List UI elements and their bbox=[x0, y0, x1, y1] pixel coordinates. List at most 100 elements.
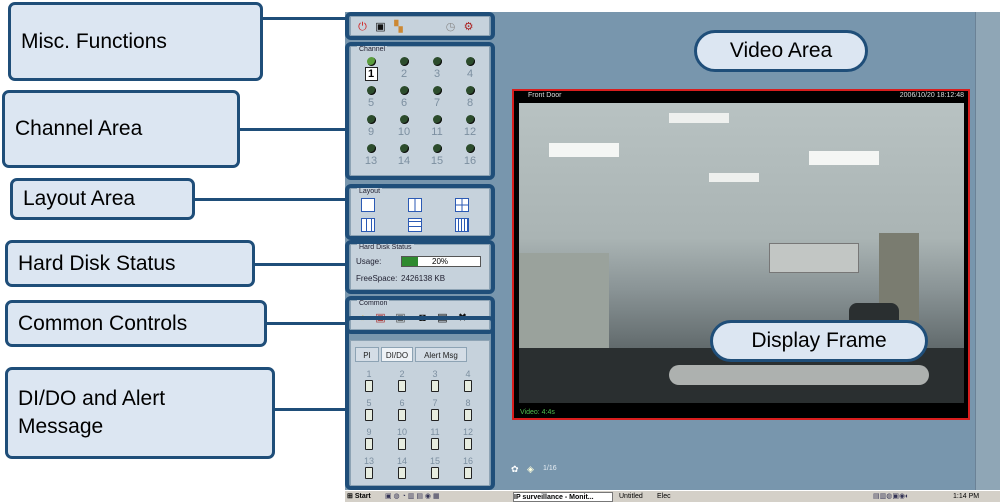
settings-icon[interactable]: ⚙ bbox=[461, 20, 476, 34]
channel-number: 3 bbox=[433, 68, 441, 80]
snapshot-icon[interactable]: ◙ bbox=[415, 311, 430, 325]
callout-video-text: Video Area bbox=[729, 39, 833, 62]
taskbar-item-app[interactable]: IP surveillance - Monit... bbox=[513, 492, 613, 502]
channel-button[interactable]: 9 bbox=[356, 115, 386, 145]
callout-channel-area: Channel Area bbox=[2, 90, 240, 168]
callout-layout-text: Layout Area bbox=[23, 187, 136, 210]
dido-tab[interactable]: Alert Msg bbox=[415, 347, 467, 362]
camera-timestamp: 2006/10/20 18:12:48 bbox=[899, 92, 964, 99]
callout-video-area: Video Area bbox=[694, 30, 868, 72]
dido-item[interactable]: 3 bbox=[425, 369, 445, 392]
misc-functions-bar: ⏻ ▣ ▚ ◷ ⚙ bbox=[350, 16, 490, 36]
channel-button[interactable]: 2 bbox=[389, 57, 419, 87]
channel-status-light bbox=[366, 144, 376, 153]
channel-number: 15 bbox=[430, 155, 444, 167]
clock-icon[interactable]: ◷ bbox=[443, 20, 458, 34]
stop-record-icon[interactable]: ▣ bbox=[373, 311, 388, 325]
dido-switch-icon bbox=[464, 467, 472, 479]
dido-tab[interactable]: PI bbox=[355, 347, 379, 362]
channel-button[interactable]: 3 bbox=[422, 57, 452, 87]
dido-number: 12 bbox=[462, 427, 473, 437]
hdd-status-group: Hard Disk Status Usage: 20% FreeSpace: 2… bbox=[350, 244, 490, 290]
dido-switch-icon bbox=[431, 467, 439, 479]
channel-button[interactable]: 1 bbox=[356, 57, 386, 87]
camera-select-icon[interactable]: ◈ bbox=[527, 464, 534, 475]
dido-switch-icon bbox=[464, 438, 472, 450]
channel-group: Channel 1 2 3 4 5 6 7 8 9 10 11 12 13 14 15 16 bbox=[350, 46, 490, 176]
display-frame[interactable]: Front Door 2006/10/20 18:12:48 Video: 4:… bbox=[512, 89, 970, 420]
channel-number: 16 bbox=[463, 155, 477, 167]
channel-button[interactable]: 12 bbox=[455, 115, 485, 145]
channel-button[interactable]: 4 bbox=[455, 57, 485, 87]
playback-icon[interactable]: ✿ bbox=[511, 464, 519, 475]
channel-button[interactable]: 13 bbox=[356, 144, 386, 174]
leader-common bbox=[267, 322, 345, 325]
dido-item[interactable]: 12 bbox=[458, 427, 478, 450]
delete-icon[interactable]: ✖ bbox=[455, 311, 470, 325]
channel-status-light bbox=[465, 86, 475, 95]
dido-item[interactable]: 15 bbox=[425, 456, 445, 479]
channel-button[interactable]: 10 bbox=[389, 115, 419, 145]
dido-item[interactable]: 1 bbox=[359, 369, 379, 392]
leader-dido bbox=[275, 408, 345, 411]
channel-button[interactable]: 15 bbox=[422, 144, 452, 174]
dido-item[interactable]: 7 bbox=[425, 398, 445, 421]
dido-number: 5 bbox=[366, 398, 372, 408]
dido-item[interactable]: 10 bbox=[392, 427, 412, 450]
dido-item[interactable]: 2 bbox=[392, 369, 412, 392]
dido-item[interactable]: 14 bbox=[392, 456, 412, 479]
channel-status-light bbox=[432, 57, 442, 66]
system-tray-icons: ▤▥◍▣◉◐ bbox=[873, 493, 910, 500]
monitor-icon[interactable]: ▣ bbox=[373, 20, 388, 34]
callout-misc-text: Misc. Functions bbox=[21, 29, 167, 53]
record-icon[interactable]: ▣ bbox=[393, 311, 408, 325]
channel-button[interactable]: 5 bbox=[356, 86, 386, 116]
dido-item[interactable]: 9 bbox=[359, 427, 379, 450]
channel-button[interactable]: 7 bbox=[422, 86, 452, 116]
layout-split-button[interactable] bbox=[408, 198, 422, 212]
channel-button[interactable]: 11 bbox=[422, 115, 452, 145]
dido-switch-icon bbox=[398, 467, 406, 479]
layout-4x4-button[interactable] bbox=[455, 218, 469, 232]
layout-focus-button[interactable] bbox=[408, 218, 422, 232]
taskbar-item-untitled[interactable]: Untitled bbox=[619, 491, 643, 502]
dido-item[interactable]: 13 bbox=[359, 456, 379, 479]
layout-3x3-button[interactable] bbox=[361, 218, 375, 232]
dido-item[interactable]: 8 bbox=[458, 398, 478, 421]
channel-button[interactable]: 8 bbox=[455, 86, 485, 116]
dido-tab[interactable]: DI/DO bbox=[381, 347, 413, 362]
taskbar-item-elec[interactable]: Elec bbox=[657, 491, 671, 502]
channel-button[interactable]: 6 bbox=[389, 86, 419, 116]
dido-item[interactable]: 5 bbox=[359, 398, 379, 421]
dido-item[interactable]: 4 bbox=[458, 369, 478, 392]
quick-launch-icons: ▣ ◍ ◔ ▥ ▤ ◉ ▦ bbox=[385, 493, 440, 500]
common-controls-group: Common ◔ ▣ ▣ ◙ ▤ ✖ bbox=[350, 300, 490, 330]
callout-common-controls: Common Controls bbox=[5, 300, 267, 347]
channel-button[interactable]: 14 bbox=[389, 144, 419, 174]
ptz-icon[interactable]: ◔ bbox=[355, 311, 370, 325]
dido-item[interactable]: 6 bbox=[392, 398, 412, 421]
callout-dido: DI/DO and Alert Message bbox=[5, 367, 275, 459]
left-control-panel: ⏻ ▣ ▚ ◷ ⚙ Channel 1 2 3 4 5 6 7 8 9 10 11 12 13 14 15 1… bbox=[345, 12, 495, 490]
start-button[interactable]: ⊞ Start bbox=[347, 491, 371, 502]
channel-button[interactable]: 16 bbox=[455, 144, 485, 174]
color-palette-icon[interactable]: ▚ bbox=[391, 20, 406, 34]
layout-1x1-button[interactable] bbox=[361, 198, 375, 212]
callout-hdd-text: Hard Disk Status bbox=[18, 251, 176, 275]
start-button-label: Start bbox=[354, 493, 371, 500]
layout-2x2-button[interactable] bbox=[455, 198, 469, 212]
channel-number: 2 bbox=[400, 68, 408, 80]
dido-number: 7 bbox=[432, 398, 438, 408]
dido-item[interactable]: 11 bbox=[425, 427, 445, 450]
ceiling-light bbox=[809, 151, 879, 165]
power-icon[interactable]: ⏻ bbox=[355, 20, 370, 34]
dido-number: 2 bbox=[399, 369, 405, 379]
right-side-panel bbox=[975, 12, 1000, 490]
channel-number: 7 bbox=[433, 97, 441, 109]
dido-switch-icon bbox=[398, 409, 406, 421]
dido-item[interactable]: 16 bbox=[458, 456, 478, 479]
print-icon[interactable]: ▤ bbox=[435, 311, 450, 325]
hdd-free-label: FreeSpace: bbox=[356, 274, 398, 283]
ceiling-light bbox=[709, 173, 759, 182]
camera-name-label: Front Door bbox=[528, 92, 562, 99]
